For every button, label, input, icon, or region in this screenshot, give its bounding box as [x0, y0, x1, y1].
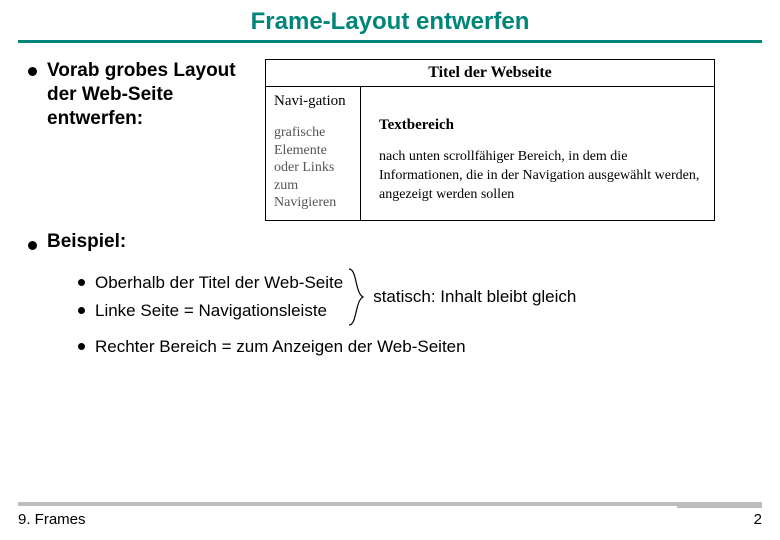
brace-icon [343, 265, 369, 329]
sub-item-b-text: Linke Seite = Navigationsleiste [95, 301, 327, 321]
layout-diagram: Titel der Webseite Navi-gation grafische… [265, 59, 715, 221]
sublist-braced: Oberhalb der Titel der Web-Seite Linke S… [78, 265, 762, 329]
diagram-main-label: Textbereich [379, 117, 704, 134]
bullet-1-text: Vorab grobes Layout der Web-Seite entwer… [47, 59, 257, 130]
sub-item-a: Oberhalb der Titel der Web-Seite [78, 273, 343, 293]
diagram-nav-desc: grafische Elemente oder Links zum Navigi… [274, 124, 352, 212]
diagram-main-desc: nach unten scrollfähiger Bereich, in dem… [379, 148, 704, 205]
slide-footer: 9. Frames 2 [18, 511, 762, 528]
sub-item-b: Linke Seite = Navigationsleiste [78, 301, 343, 321]
diagram-title-cell: Titel der Webseite [266, 60, 714, 87]
slide-content: Vorab grobes Layout der Web-Seite entwer… [18, 59, 762, 357]
bullet-2-text: Beispiel: [47, 231, 126, 253]
sub-item-c-text: Rechter Bereich = zum Anzeigen der Web-S… [95, 337, 466, 357]
diagram-body: Navi-gation grafische Elemente oder Link… [266, 87, 714, 220]
bullet-icon [28, 67, 37, 76]
bullet-icon [78, 343, 85, 350]
static-note: statisch: Inhalt bleibt gleich [373, 287, 576, 307]
page-number: 2 [754, 511, 762, 528]
bullet-icon [28, 241, 37, 250]
diagram-nav-cell: Navi-gation grafische Elemente oder Link… [266, 87, 361, 220]
bullet-2-row: Beispiel: [18, 231, 762, 253]
bullet-icon [78, 307, 85, 314]
diagram-main-cell: Textbereich nach unten scrollfähiger Ber… [361, 87, 714, 220]
slide-title: Frame-Layout entwerfen [18, 8, 762, 36]
footer-section-label: 9. Frames [18, 511, 86, 528]
diagram-nav-label: Navi-gation [274, 93, 352, 110]
footer-divider [18, 502, 762, 506]
sublist-left-col: Oberhalb der Titel der Web-Seite Linke S… [78, 265, 343, 329]
bullet-1-row: Vorab grobes Layout der Web-Seite entwer… [18, 59, 762, 221]
bullet-icon [78, 279, 85, 286]
sub-item-a-text: Oberhalb der Titel der Web-Seite [95, 273, 343, 293]
title-underline [18, 40, 762, 43]
sub-item-c: Rechter Bereich = zum Anzeigen der Web-S… [78, 337, 762, 357]
